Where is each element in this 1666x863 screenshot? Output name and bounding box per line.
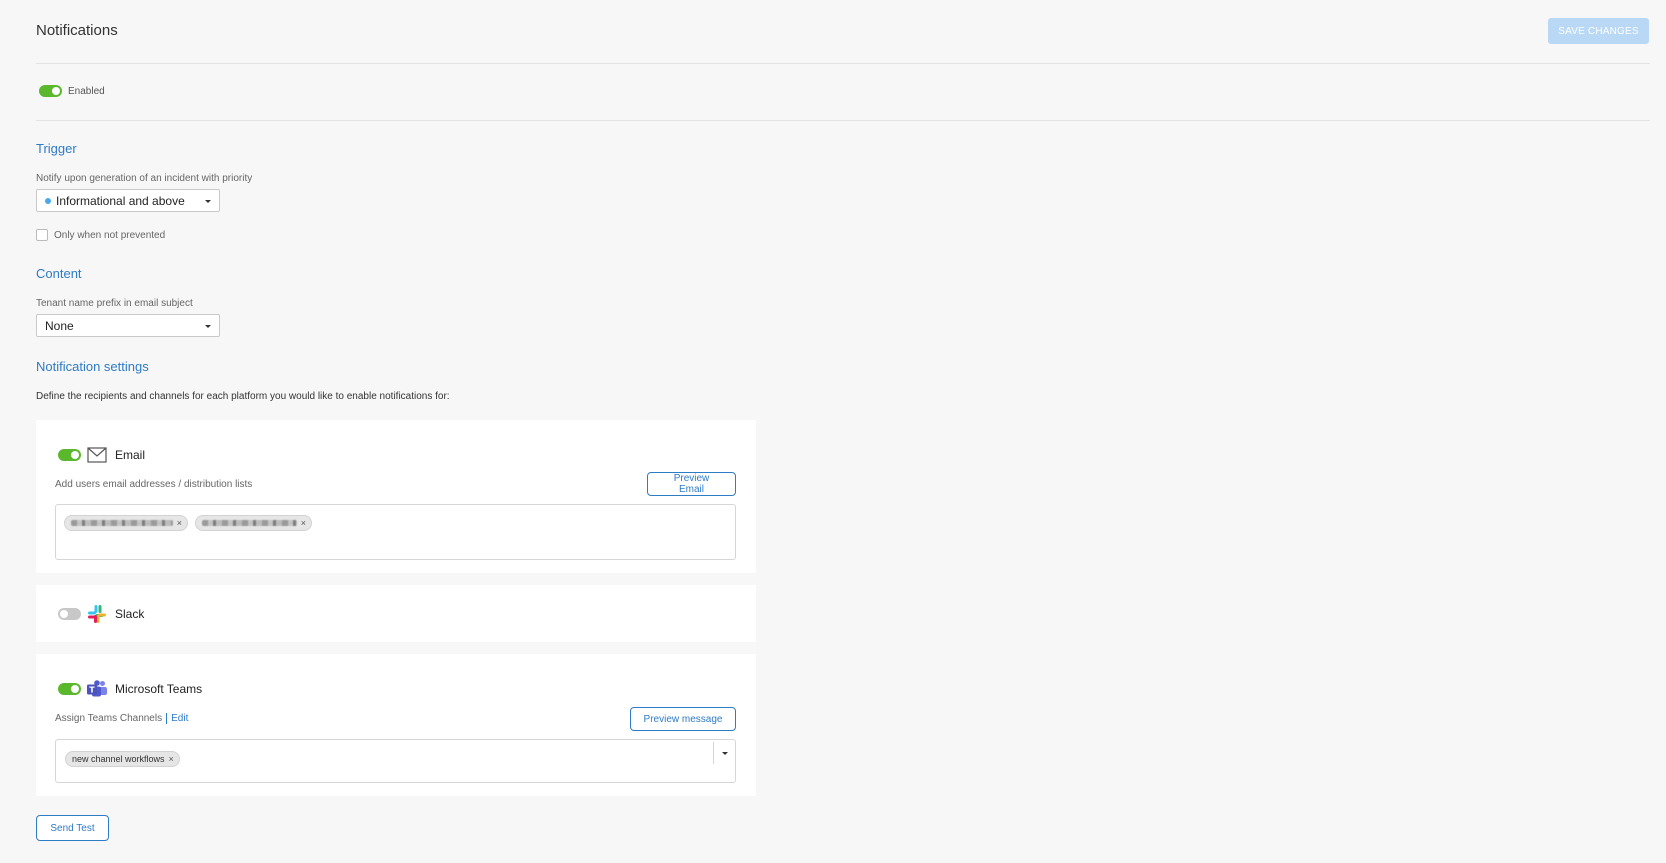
microsoft-teams-icon: T — [87, 680, 107, 697]
email-title: Email — [115, 448, 146, 462]
email-recipients-input[interactable]: × × — [55, 504, 736, 560]
caret-down-icon[interactable] — [722, 752, 728, 755]
teams-channels-select[interactable]: new channel workflows × — [55, 739, 736, 783]
email-chip: × — [195, 515, 312, 531]
redacted-email — [71, 520, 173, 526]
priority-dot-icon — [45, 197, 51, 204]
teams-card: T Microsoft Teams Assign Teams Channels … — [36, 654, 756, 796]
channel-chip-label: new channel workflows — [72, 754, 165, 764]
notification-settings-description: Define the recipients and channels for e… — [36, 391, 450, 402]
slack-card: Slack — [36, 585, 756, 642]
send-test-button[interactable]: Send Test — [36, 815, 109, 841]
slack-title: Slack — [115, 607, 145, 621]
divider — [36, 63, 1650, 64]
envelope-icon — [87, 447, 107, 463]
only-not-prevented-label: Only when not prevented — [54, 229, 166, 241]
dropdown-separator — [713, 742, 714, 764]
caret-down-icon — [205, 325, 211, 328]
email-subtitle: Add users email addresses / distribution… — [55, 479, 253, 490]
slack-icon — [88, 605, 106, 623]
separator — [166, 713, 168, 724]
redacted-email — [202, 520, 297, 526]
save-changes-button[interactable]: SAVE CHANGES — [1548, 18, 1649, 44]
email-toggle[interactable] — [58, 449, 81, 461]
assign-teams-channels-label: Assign Teams Channels — [55, 713, 163, 724]
divider — [36, 120, 1650, 121]
chip-remove-icon[interactable]: × — [301, 518, 306, 528]
page-title: Notifications — [36, 22, 118, 39]
trigger-section-title: Trigger — [36, 141, 77, 156]
prefix-select[interactable]: None — [36, 314, 220, 337]
priority-select-value: Informational and above — [56, 193, 185, 208]
channel-chip: new channel workflows × — [65, 751, 180, 767]
preview-message-button[interactable]: Preview message — [630, 707, 736, 731]
only-not-prevented-checkbox[interactable] — [36, 229, 48, 241]
email-chip: × — [64, 515, 188, 531]
edit-channels-link[interactable]: Edit — [171, 713, 188, 724]
priority-label: Notify upon generation of an incident wi… — [36, 173, 253, 184]
chip-remove-icon[interactable]: × — [169, 754, 174, 764]
enabled-toggle[interactable] — [39, 85, 62, 97]
caret-down-icon — [205, 200, 211, 203]
slack-toggle[interactable] — [58, 608, 81, 620]
content-section-title: Content — [36, 266, 82, 281]
svg-text:T: T — [89, 686, 95, 695]
teams-toggle[interactable] — [58, 683, 81, 695]
notification-settings-title: Notification settings — [36, 359, 149, 374]
email-card: Email Add users email addresses / distri… — [36, 420, 756, 573]
prefix-label: Tenant name prefix in email subject — [36, 298, 193, 309]
preview-email-button[interactable]: Preview Email — [647, 472, 736, 496]
prefix-select-value: None — [45, 318, 74, 333]
priority-select[interactable]: Informational and above — [36, 189, 220, 212]
teams-title: Microsoft Teams — [115, 682, 203, 696]
chip-remove-icon[interactable]: × — [177, 518, 182, 528]
enabled-label: Enabled — [68, 85, 105, 97]
